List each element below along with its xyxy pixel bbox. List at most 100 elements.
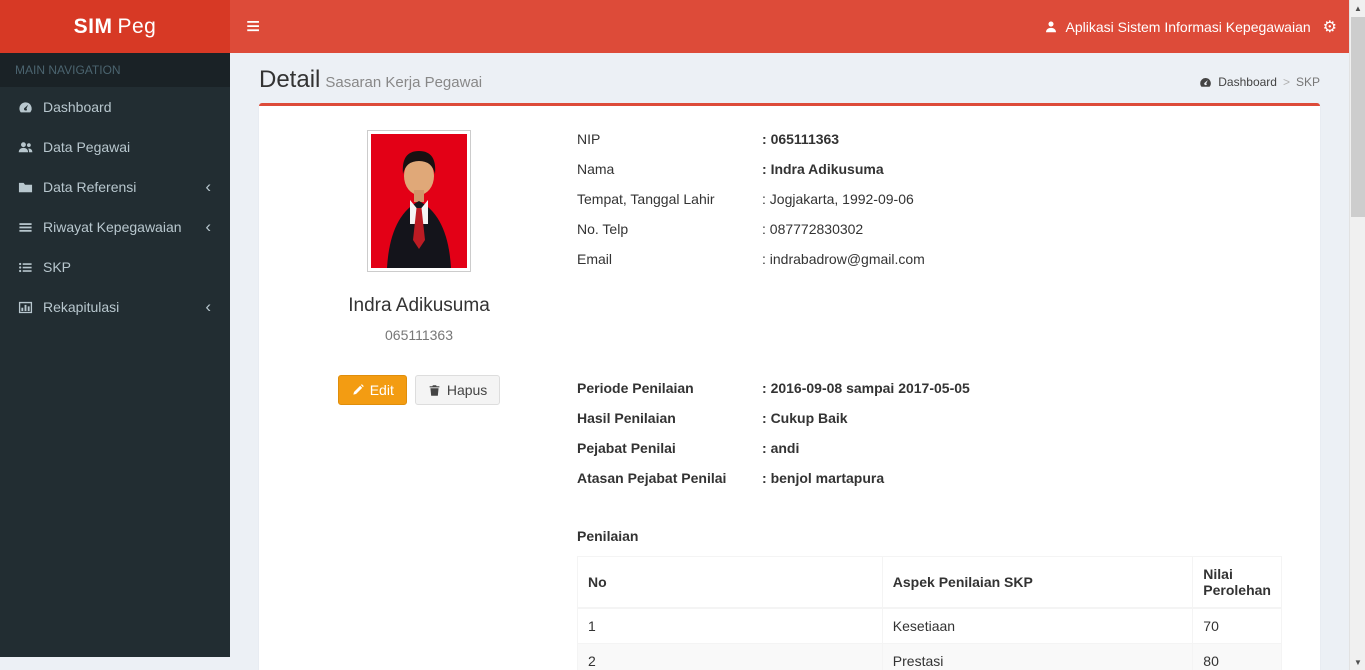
field-value: andi — [762, 439, 800, 458]
cell-nilai: 70 — [1192, 607, 1282, 644]
chevron-left-icon: ‹ — [205, 297, 211, 316]
detail-card: Indra Adikusuma 065111363 Edit Hapus NIP… — [259, 103, 1320, 670]
field-label: Atasan Pejabat Penilai — [577, 470, 727, 486]
sidebar-item-label: Rekapitulasi — [43, 299, 120, 315]
sidebar-item-icon — [18, 180, 33, 195]
profile-field-row: Tempat, Tanggal Lahir Jogjakarta, 1992-0… — [577, 190, 1282, 209]
breadcrumb: Dashboard > SKP — [1199, 75, 1320, 89]
penilaian-fields: Periode Penilaian 2016-09-08 sampai 2017… — [577, 379, 1282, 488]
field-value: Indra Adikusuma — [762, 160, 884, 179]
sidebar-item[interactable]: Data Referensi ‹ — [0, 167, 230, 207]
table-head: No Aspek Penilaian SKP Nilai Perolehan — [577, 556, 1282, 609]
profile-name: Indra Adikusuma — [348, 295, 490, 316]
content-header: Detail Sasaran Kerja Pegawai Dashboard > … — [230, 53, 1349, 94]
field-label: No. Telp — [577, 221, 629, 237]
penilaian-field-row: Pejabat Penilai andi — [577, 439, 1282, 458]
table-header-cell: Nilai Perolehan — [1192, 556, 1282, 609]
sidebar-item-icon — [18, 220, 33, 235]
page-title-text: Detail — [259, 66, 321, 93]
app-logo-bold: SIM — [73, 14, 113, 38]
breadcrumb-separator: > — [1282, 75, 1290, 89]
vertical-scrollbar[interactable]: ▲ ▼ — [1349, 0, 1365, 670]
table-row: 1 Kesetiaan 70 — [577, 607, 1282, 644]
penilaian-table: No Aspek Penilaian SKP Nilai Perolehan 1 K… — [577, 556, 1282, 670]
profile-photo — [367, 130, 471, 272]
table-header-cell: Aspek Penilaian SKP — [881, 556, 1194, 609]
table-header-cell: No — [577, 556, 883, 609]
table-body: 1 Kesetiaan 70 2 Prestasi 80 — [577, 607, 1282, 670]
pencil-icon — [351, 384, 364, 397]
sidebar-item[interactable]: SKP — [0, 247, 230, 287]
field-label: Email — [577, 251, 613, 267]
sidebar-item-label: Dashboard — [43, 99, 112, 115]
cell-no: 2 — [577, 643, 883, 670]
chevron-left-icon: ‹ — [205, 217, 211, 236]
sidebar-item[interactable]: Riwayat Kepegawaian ‹ — [0, 207, 230, 247]
trash-icon — [428, 384, 441, 397]
gear-icon[interactable]: ⚙ — [1323, 17, 1337, 37]
profile-column: Indra Adikusuma 065111363 Edit Hapus — [279, 126, 559, 670]
cell-aspek: Kesetiaan — [881, 607, 1194, 644]
page-title: Detail Sasaran Kerja Pegawai — [259, 66, 482, 94]
field-value: benjol martapura — [762, 469, 885, 488]
sidebar-item-label: Data Referensi — [43, 179, 137, 195]
cell-nilai: 80 — [1192, 643, 1282, 670]
sidebar-item-label: SKP — [43, 259, 72, 275]
field-value: 087772830302 — [762, 220, 863, 239]
field-value: 065111363 — [762, 130, 840, 149]
app-logo[interactable]: SIM Peg — [0, 0, 230, 53]
profile-field-row: Nama Indra Adikusuma — [577, 160, 1282, 179]
field-label: Nama — [577, 161, 615, 177]
profile-field-row: No. Telp 087772830302 — [577, 220, 1282, 239]
table-title: Penilaian — [577, 528, 639, 544]
field-value: Jogjakarta, 1992-09-06 — [762, 190, 914, 209]
chevron-left-icon: ‹ — [205, 177, 211, 196]
app-logo-rest: Peg — [117, 14, 157, 38]
navbar: ≡ Aplikasi Sistem Informasi Kepegawaian … — [230, 0, 1365, 53]
profile-field-row: NIP 065111363 — [577, 130, 1282, 149]
sidebar-item-label: Data Pegawai — [43, 139, 131, 155]
action-buttons: Edit Hapus — [279, 375, 559, 405]
delete-button[interactable]: Hapus — [414, 375, 501, 405]
content-wrapper: Detail Sasaran Kerja Pegawai Dashboard > … — [230, 0, 1349, 670]
field-label: NIP — [577, 131, 601, 147]
sidebar-item[interactable]: Rekapitulasi ‹ — [0, 287, 230, 327]
user-menu[interactable]: Aplikasi Sistem Informasi Kepegawaian ⚙ — [1044, 17, 1365, 37]
sidebar-item-icon — [18, 100, 33, 115]
detail-card-body: Indra Adikusuma 065111363 Edit Hapus NIP… — [259, 106, 1320, 670]
sidebar-item-icon — [18, 300, 33, 315]
cell-aspek: Prestasi — [881, 643, 1194, 670]
profile-field-row: Email indrabadrow@gmail.com — [577, 250, 1282, 269]
field-value: 2016-09-08 sampai 2017-05-05 — [762, 379, 970, 398]
scrollbar-up-arrow[interactable]: ▲ — [1350, 0, 1365, 16]
sidebar-item-label: Riwayat Kepegawaian — [43, 219, 182, 235]
sidebar-section-label: MAIN NAVIGATION — [0, 53, 230, 87]
profile-nip: 065111363 — [385, 327, 453, 343]
field-label: Hasil Penilaian — [577, 410, 676, 426]
top-navbar: SIM Peg ≡ Aplikasi Sistem Informasi Kepeg… — [0, 0, 1365, 53]
field-value: Cukup Baik — [762, 409, 848, 428]
table-header-row: No Aspek Penilaian SKP Nilai Perolehan — [577, 556, 1282, 609]
breadcrumb-dashboard-link[interactable]: Dashboard — [1218, 75, 1277, 89]
dashboard-icon — [1199, 76, 1212, 89]
field-value: indrabadrow@gmail.com — [762, 250, 925, 269]
edit-button[interactable]: Edit — [337, 375, 407, 405]
sidebar-menu: Dashboard Data Pegawai Data Referensi ‹ … — [0, 87, 230, 327]
profile-fields: NIP 065111363 Nama Indra Adikusuma Tempa… — [577, 130, 1282, 269]
field-label: Tempat, Tanggal Lahir — [577, 191, 715, 207]
delete-button-label: Hapus — [446, 382, 488, 398]
scrollbar-thumb[interactable] — [1351, 17, 1365, 217]
field-label: Periode Penilaian — [577, 380, 694, 396]
edit-button-label: Edit — [369, 382, 394, 398]
detail-column: NIP 065111363 Nama Indra Adikusuma Tempa… — [559, 126, 1300, 670]
penilaian-field-row: Periode Penilaian 2016-09-08 sampai 2017… — [577, 379, 1282, 398]
cell-no: 1 — [577, 607, 883, 644]
sidebar: MAIN NAVIGATION Dashboard Data Pegawai D… — [0, 53, 230, 657]
sidebar-item[interactable]: Data Pegawai — [0, 127, 230, 167]
sidebar-item[interactable]: Dashboard — [0, 87, 230, 127]
sidebar-toggle-icon[interactable]: ≡ — [230, 0, 276, 53]
field-label: Pejabat Penilai — [577, 440, 676, 456]
scrollbar-down-arrow[interactable]: ▼ — [1350, 654, 1365, 670]
penilaian-field-row: Hasil Penilaian Cukup Baik — [577, 409, 1282, 428]
user-icon — [1044, 20, 1058, 34]
